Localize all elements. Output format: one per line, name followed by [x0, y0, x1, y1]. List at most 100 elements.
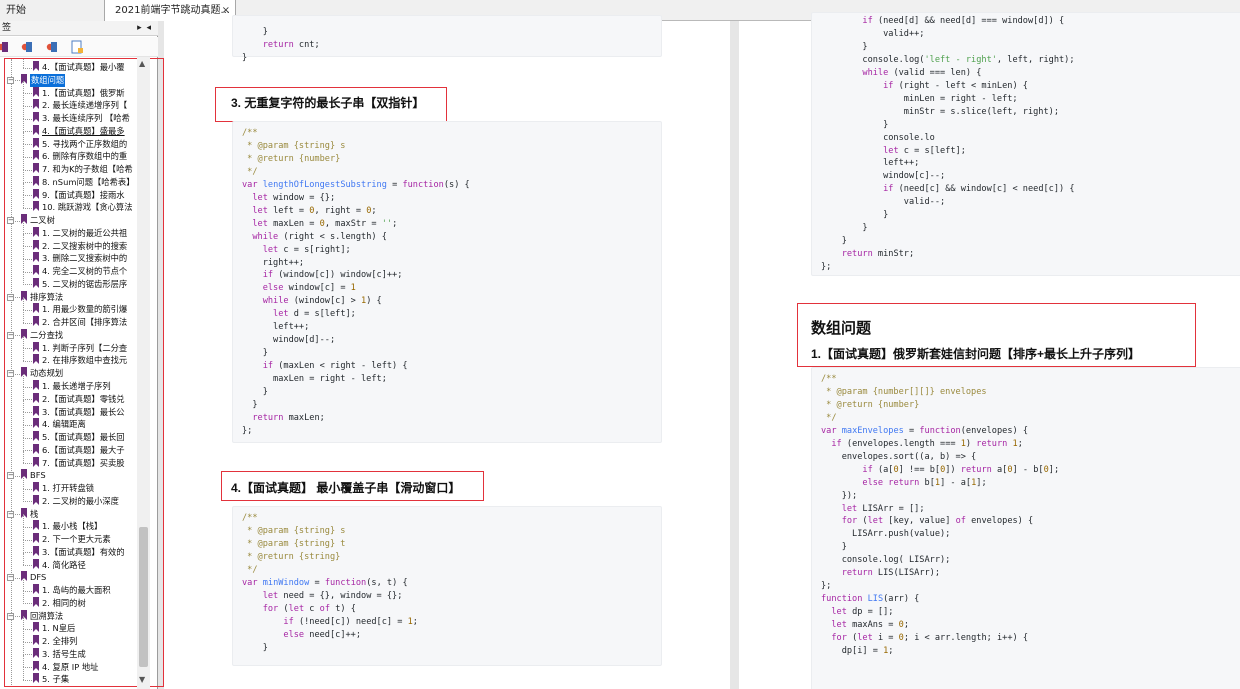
code-line: console.log('left - right', left, right)…	[821, 54, 1074, 67]
bookmark-add-icon[interactable]	[70, 40, 84, 54]
bookmark-item[interactable]: 2. 在排序数组中查找元	[33, 354, 152, 367]
bookmark-item[interactable]: 6.【面试真题】最大子	[33, 443, 152, 457]
bookmarks-panel: 签 ▸ ◂ 4.【面试真题】最小覆 数组问题 − 1.【面试真题】俄罗斯 2. 最长连续…	[0, 21, 164, 689]
bookmark-item[interactable]: 1. 最小栈【栈】	[33, 520, 152, 533]
code-token: ;	[1017, 438, 1023, 449]
bookmark-item[interactable]: 4. 简化路径	[33, 558, 152, 572]
bookmark-collapse-icon[interactable]	[20, 40, 34, 54]
bookmark-find-icon[interactable]	[45, 40, 59, 54]
code-token: if	[862, 464, 873, 475]
tree-connector	[23, 131, 32, 133]
code-token: (	[278, 603, 289, 614]
tree-connector	[23, 654, 32, 656]
tree-connector	[23, 488, 32, 490]
bookmark-item[interactable]: 5. 二叉树的锯齿形层序	[33, 277, 152, 291]
scroll-down-icon[interactable]: ▼	[139, 675, 145, 684]
bookmark-item[interactable]: 4.【面试真题】盛最多	[33, 124, 152, 138]
bookmark-item[interactable]: 1. N皇后	[33, 622, 152, 635]
bookmark-item[interactable]: 5. 子集	[33, 673, 152, 686]
pdf-page-right: if (need[d] && need[d] === window[d]) { …	[739, 12, 1240, 689]
tree-connector	[23, 399, 32, 401]
bookmark-item[interactable]: 3.【面试真题】有效的	[33, 545, 152, 559]
code-token: minLen = right - left;	[821, 93, 1018, 104]
collapse-toggle-icon[interactable]: −	[7, 510, 14, 518]
scrollbar-thumb[interactable]	[139, 527, 148, 667]
bookmark-item[interactable]: 7.【面试真题】买卖股	[33, 456, 152, 470]
bookmark-icon	[33, 660, 39, 671]
tab-start[interactable]: 开始	[0, 0, 104, 21]
bookmark-item[interactable]: 1. 最长递增子序列	[33, 380, 152, 393]
code-line: maxLen = right - left;	[242, 373, 387, 386]
tree-connector	[15, 80, 20, 82]
bookmark-item[interactable]: 10. 跳跃游戏【贪心算法	[33, 201, 152, 214]
code-token: let	[273, 309, 289, 320]
collapse-toggle-icon[interactable]: −	[7, 331, 14, 339]
bookmark-item[interactable]: 2. 全排列	[33, 635, 152, 648]
collapse-toggle-icon[interactable]: −	[7, 217, 14, 225]
collapse-toggle-icon[interactable]: −	[7, 370, 14, 378]
bookmark-item[interactable]: 3. 最长连续序列 【哈希	[33, 112, 152, 125]
bookmark-item[interactable]: 5.【面试真题】最长回	[33, 431, 152, 444]
bookmark-item[interactable]: 2. 最长连续递增序列【	[33, 99, 152, 112]
bookmark-item[interactable]: 5. 寻找两个正序数组的	[33, 137, 152, 151]
collapse-toggle-icon[interactable]: −	[7, 612, 14, 620]
bookmark-section[interactable]: 回溯算法	[21, 609, 130, 623]
collapse-toggle-icon[interactable]: −	[7, 574, 14, 582]
bookmark-section[interactable]: 排序算法	[21, 290, 130, 304]
code-block-min-window-continued: if (need[d] && need[d] === window[d]) { …	[811, 12, 1240, 276]
bookmark-section[interactable]: 动态规划	[21, 367, 130, 380]
code-token: return	[960, 464, 992, 475]
bookmark-label: 1. 二叉树的最近公共祖	[42, 227, 128, 238]
bookmark-item[interactable]: 2. 相同的树	[33, 596, 152, 610]
tab-document-label: 2021前端字节跳动真题...	[115, 5, 230, 16]
bookmark-item[interactable]: 8. nSum问题【哈希表】	[33, 175, 152, 189]
code-token: valid++;	[821, 28, 925, 39]
bookmark-item[interactable]: 2.【面试真题】零钱兑	[33, 392, 152, 406]
bookmark-item[interactable]: 4. 编辑距离	[33, 418, 152, 431]
code-token: if	[262, 270, 274, 281]
code-token: }	[242, 27, 268, 37]
scroll-up-icon[interactable]: ▲	[139, 59, 145, 68]
bookmark-item[interactable]: 1. 判断子序列【二分查	[33, 341, 152, 355]
bookmark-item[interactable]: 2. 二叉树的最小深度	[33, 494, 152, 508]
bookmark-item[interactable]: 1. 二叉树的最近公共祖	[33, 226, 152, 240]
bookmark-item[interactable]: 1. 打开转盘锁	[33, 482, 152, 495]
bookmark-icon	[33, 354, 39, 365]
bookmark-item[interactable]: 3. 删除二叉搜索树中的	[33, 252, 152, 265]
bookmark-section[interactable]: 数组问题	[21, 73, 66, 87]
bookmark-icon	[33, 99, 39, 110]
bookmark-item[interactable]: 1.【面试真题】俄罗斯	[33, 86, 152, 100]
bookmark-section[interactable]: BFS	[21, 469, 130, 482]
bookmark-item[interactable]: 7. 和为K的子数组【哈希	[33, 163, 152, 176]
bookmark-item[interactable]: 2. 下一个更大元素	[33, 533, 152, 546]
bookmark-item[interactable]: 4.【面试真题】最小覆	[33, 61, 152, 74]
bookmark-item[interactable]: 2. 二叉搜索树中的搜索	[33, 239, 152, 253]
collapse-toggle-icon[interactable]: −	[7, 472, 14, 480]
collapse-toggle-icon[interactable]: −	[7, 76, 14, 84]
bookmark-item[interactable]: 4. 复原 IP 地址	[33, 660, 152, 674]
bookmarks-scrollbar[interactable]: ▲ ▼	[137, 57, 150, 689]
bookmark-item[interactable]: 3.【面试真题】最长公	[33, 405, 152, 419]
panel-collapse-icon[interactable]: ▸ ◂	[137, 21, 152, 36]
collapse-toggle-icon[interactable]: −	[7, 293, 14, 301]
bookmark-item[interactable]: 2. 合并区间【排序算法	[33, 316, 152, 329]
tree-connector	[23, 424, 32, 426]
bookmark-item[interactable]: 1. 用最少数量的箭引爆	[33, 303, 152, 316]
bookmark-section[interactable]: 二分查找	[21, 328, 130, 342]
bookmark-item[interactable]: 4. 完全二叉树的节点个	[33, 265, 152, 278]
bookmark-section[interactable]: 栈	[21, 507, 130, 521]
code-token: (maxLen < right - left) {	[273, 361, 408, 372]
bookmark-icon	[33, 622, 39, 633]
bookmark-section[interactable]: DFS	[21, 571, 130, 584]
close-tab-icon[interactable]: ×	[222, 0, 230, 21]
bookmark-expand-icon[interactable]	[0, 40, 10, 54]
tab-document[interactable]: 2021前端字节跳动真题... ×	[104, 0, 236, 21]
bookmark-item[interactable]: 9.【面试真题】接雨水	[33, 188, 152, 202]
bookmark-item[interactable]: 3. 括号生成	[33, 647, 152, 661]
bookmark-item[interactable]: 6. 删除有序数组中的重	[33, 150, 152, 163]
bookmark-item[interactable]: 1. 岛屿的最大面积	[33, 584, 152, 597]
bookmark-section[interactable]: 二叉树	[21, 214, 130, 227]
